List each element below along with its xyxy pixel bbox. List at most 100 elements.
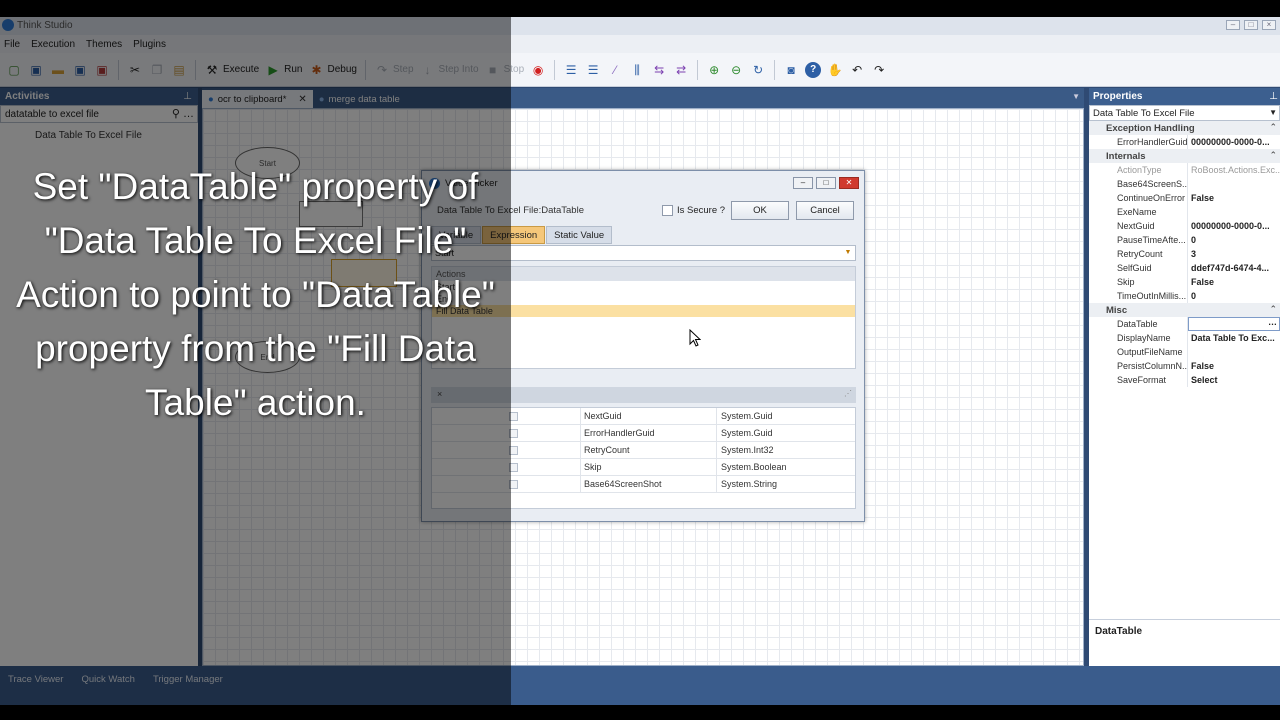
properties-object-select[interactable]: Data Table To Excel File ▼ [1089,105,1280,121]
property-row[interactable]: Skip False [1089,275,1280,289]
property-name: ExeName [1089,205,1188,219]
collapse-icon[interactable]: ⌃ [1269,304,1277,315]
property-name: SelfGuid [1089,261,1188,275]
record-icon[interactable]: ◉ [530,62,546,78]
tab-static-value[interactable]: Static Value [546,226,613,244]
collapse-icon[interactable]: ⌃ [1269,122,1277,133]
minimize-icon[interactable]: – [793,177,813,189]
property-value[interactable]: 0 [1188,233,1280,247]
magic-wand-icon[interactable]: ⁄ [607,62,623,78]
property-row[interactable]: SaveFormat Select [1089,373,1280,387]
toolbar-separator [774,59,776,80]
help-icon[interactable]: ? [805,61,822,78]
property-value[interactable]: 00000000-0000-0... [1188,219,1280,233]
property-name: NextGuid [1089,219,1188,233]
tutorial-caption: Set "DataTable" property of "Data Table … [16,166,495,423]
undo-icon[interactable]: ↶ [849,62,865,78]
hand-icon[interactable]: ✋ [827,62,843,78]
description-title: DataTable [1095,626,1143,637]
property-value[interactable] [1188,177,1280,191]
property-value[interactable]: 0 [1188,289,1280,303]
property-value[interactable] [1188,205,1280,219]
ellipsis-icon[interactable]: … [1268,318,1277,327]
property-row[interactable]: SelfGuid ddef747d-6474-4... [1089,261,1280,275]
minimize-icon[interactable]: – [1226,20,1240,30]
property-value[interactable]: Data Table To Exc... [1188,331,1280,345]
category-exception-handling[interactable]: Exception Handling ⌃ [1089,121,1280,135]
property-row[interactable]: Base64ScreenS... [1089,177,1280,191]
property-description: DataTable [1089,619,1280,666]
close-icon[interactable]: × [1262,20,1276,30]
property-row[interactable]: ActionType RoBoost.Actions.Exc... [1089,163,1280,177]
redo-icon[interactable]: ↷ [871,62,887,78]
property-grid: Exception Handling ⌃ ErrorHandlerGuid 0000… [1089,121,1280,619]
pin-icon[interactable]: ⊥ [1269,91,1278,102]
category-label: Misc [1106,305,1128,316]
category-label: Exception Handling [1106,123,1195,134]
maximize-icon[interactable]: □ [1244,20,1258,30]
property-row[interactable]: DisplayName Data Table To Exc... [1089,331,1280,345]
chevron-down-icon: ▼ [1269,108,1277,117]
chevron-down-icon[interactable]: ▼ [842,247,854,259]
property-value[interactable]: Select [1188,373,1280,387]
property-value-editor[interactable]: … [1188,317,1280,331]
property-value[interactable]: False [1188,359,1280,373]
property-name: PauseTimeAfte... [1089,233,1188,247]
property-row[interactable]: ExeName [1089,205,1280,219]
resize-grip-icon[interactable]: ⋰ [844,389,852,398]
row-name: Skip [584,462,602,472]
category-misc[interactable]: Misc ⌃ [1089,303,1280,317]
ok-button[interactable]: OK [731,201,789,220]
align-right-icon[interactable]: ☰ [585,62,601,78]
property-row[interactable]: PauseTimeAfte... 0 [1089,233,1280,247]
property-value[interactable]: ddef747d-6474-4... [1188,261,1280,275]
window-controls: – □ × [1226,20,1276,30]
toolbar-separator [554,59,556,80]
property-row-datatable[interactable]: DataTable… [1089,317,1280,331]
tabs-dropdown-icon[interactable]: ▼ [1072,92,1080,101]
property-row[interactable]: ContinueOnError False [1089,191,1280,205]
property-row[interactable]: OutputFileName [1089,345,1280,359]
close-icon[interactable]: ✕ [839,177,859,189]
property-name: ErrorHandlerGuid [1089,135,1188,149]
property-row[interactable]: RetryCount 3 [1089,247,1280,261]
property-value[interactable]: False [1188,191,1280,205]
zoom-in-icon[interactable]: ⊕ [706,62,722,78]
dialog-window-controls: – □ ✕ [793,177,859,189]
refresh-icon[interactable]: ↻ [750,62,766,78]
row-type: System.Int32 [721,445,774,455]
row-type: System.Guid [721,428,773,438]
maximize-icon[interactable]: □ [816,177,836,189]
property-name: Skip [1089,275,1188,289]
property-row[interactable]: NextGuid 00000000-0000-0... [1089,219,1280,233]
row-name: NextGuid [584,411,622,421]
selected-object: Data Table To Excel File [1093,108,1195,119]
property-name: OutputFileName [1089,345,1188,359]
property-value[interactable]: RoBoost.Actions.Exc... [1188,163,1280,177]
distribute-icon[interactable]: ⫼ [629,62,645,78]
property-value[interactable]: 3 [1188,247,1280,261]
property-name: Base64ScreenS... [1089,177,1188,191]
property-row[interactable]: PersistColumnN... False [1089,359,1280,373]
camera-icon[interactable]: ◙ [783,62,799,78]
property-name: DisplayName [1089,331,1188,345]
category-label: Internals [1106,151,1146,162]
property-value[interactable]: 00000000-0000-0... [1188,135,1280,149]
cancel-button[interactable]: Cancel [796,201,854,220]
collapse-icon[interactable]: ⌃ [1269,150,1277,161]
property-name: RetryCount [1089,247,1188,261]
checkbox-icon[interactable] [662,205,673,216]
swap-icon[interactable]: ⇆ [651,62,667,78]
is-secure-checkbox[interactable]: Is Secure ? [662,205,725,216]
property-value[interactable] [1188,345,1280,359]
zoom-out-icon[interactable]: ⊖ [728,62,744,78]
properties-header: Properties ⊥ [1089,88,1280,105]
property-row[interactable]: TimeOutInMillis... 0 [1089,289,1280,303]
property-value[interactable]: False [1188,275,1280,289]
align-left-icon[interactable]: ☰ [563,62,579,78]
category-internals[interactable]: Internals ⌃ [1089,149,1280,163]
row-type: System.Boolean [721,462,787,472]
property-name: TimeOutInMillis... [1089,289,1188,303]
exchange-icon[interactable]: ⇄ [673,62,689,78]
property-row[interactable]: ErrorHandlerGuid 00000000-0000-0... [1089,135,1280,149]
